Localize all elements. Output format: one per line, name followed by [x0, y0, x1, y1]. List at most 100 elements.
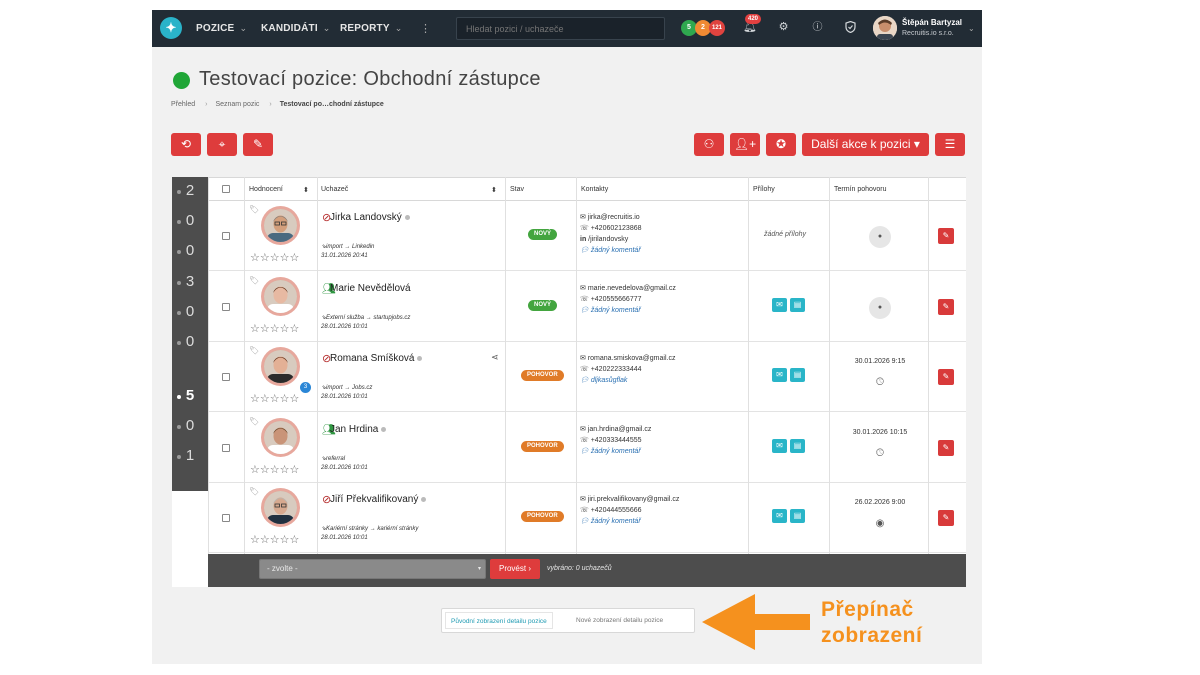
comment-link[interactable]: 💬︎ dljkasůgflak	[580, 375, 675, 386]
clock-icon[interactable]: 🕓︎	[869, 443, 891, 465]
contact-email[interactable]: ✉ romana.smiskova@gmail.cz	[580, 353, 675, 364]
rating-stars[interactable]: ☆☆☆☆☆	[250, 251, 299, 264]
tag-icon[interactable]: 🏷︎	[249, 276, 259, 285]
contact-linkedin[interactable]: in /jirilandovsky	[580, 234, 642, 245]
comment-link[interactable]: 💬︎ žádný komentář	[580, 446, 651, 457]
dot-icon[interactable]: ●	[869, 226, 891, 248]
add-candidate-button[interactable]: 👤︎+	[730, 133, 760, 156]
tag-icon[interactable]: 🏷︎	[249, 417, 259, 426]
shield-icon[interactable]	[844, 20, 857, 34]
table-row[interactable]: 🏷︎ ☆☆☆☆☆ ⊘ Jirka Landovský ⇘import → Linkedi…	[208, 201, 966, 271]
document-attachment-icon[interactable]: ▤	[790, 297, 805, 312]
envelope-attachment-icon[interactable]: ✉	[772, 438, 787, 453]
rating-stars[interactable]: ☆☆☆☆☆	[250, 463, 299, 476]
nav-kandidati[interactable]: KANDIDÁTI ⌄	[261, 23, 331, 34]
select-all-checkbox[interactable]	[222, 185, 230, 193]
share-icon[interactable]: ⋖	[491, 352, 499, 363]
user-avatar[interactable]	[873, 16, 897, 40]
candidate-name[interactable]: Marie Nevědělová	[330, 283, 411, 294]
nav-pozice[interactable]: POZICE ⌄	[196, 23, 247, 34]
clock-icon[interactable]: 🕓︎	[869, 372, 891, 394]
contact-email[interactable]: ✉ jiri.prekvalifikovany@gmail.cz	[580, 494, 679, 505]
envelope-attachment-icon[interactable]: ✉	[772, 297, 787, 312]
contact-email[interactable]: ✉ jirka@recruitis.io	[580, 212, 642, 223]
envelope-attachment-icon[interactable]: ✉	[772, 509, 787, 524]
contact-phone[interactable]: ☏ +420555666777	[580, 294, 676, 305]
breadcrumb-item[interactable]: Seznam pozic	[215, 101, 259, 108]
rating-stars[interactable]: ☆☆☆☆☆	[250, 392, 299, 405]
status-badge[interactable]: NOVÝ	[528, 229, 558, 240]
search-input[interactable]	[456, 17, 665, 40]
candidate-avatar[interactable]	[261, 488, 300, 528]
tag-icon[interactable]: 🏷︎	[249, 346, 259, 355]
more-menu-icon[interactable]: ⋮	[420, 22, 431, 35]
contact-phone[interactable]: ☏ +420333444555	[580, 435, 651, 446]
row-checkbox[interactable]	[222, 443, 230, 452]
row-checkbox[interactable]	[222, 232, 230, 240]
user-name[interactable]: Štěpán Bartyzal	[902, 18, 962, 27]
edit-button[interactable]: ✎	[938, 439, 954, 456]
row-checkbox[interactable]	[222, 514, 230, 523]
edit-button[interactable]: ✎	[938, 228, 954, 244]
filter-settings-button[interactable]: ☰	[935, 133, 965, 156]
tag-icon[interactable]: 🏷︎	[249, 205, 259, 214]
candidate-name[interactable]: Jan Hrdina	[330, 424, 387, 435]
refresh-button[interactable]: ⟲	[171, 133, 201, 156]
more-position-actions-button[interactable]: Další akce k pozici ▾	[802, 133, 929, 156]
logo-icon[interactable]: ✦	[160, 17, 182, 39]
chevron-down-icon[interactable]: ⌄	[968, 24, 975, 33]
contact-phone[interactable]: ☏ +420222333444	[580, 364, 675, 375]
document-attachment-icon[interactable]: ▤	[790, 438, 805, 453]
breadcrumb-item[interactable]: Přehled	[171, 101, 195, 108]
contact-phone[interactable]: ☏ +420444555666	[580, 505, 679, 516]
status-badge[interactable]: POHOVOR	[521, 511, 564, 523]
sort-icon[interactable]: ⬍	[491, 186, 497, 194]
edit-button[interactable]: ✎	[938, 298, 954, 315]
row-checkbox[interactable]	[222, 373, 230, 382]
table-row[interactable]: 🏷︎ ☆☆☆☆☆ ⊘ Jiří Překvalifikovaný ⇘Kariérní s…	[208, 483, 966, 554]
table-row[interactable]: 🏷︎ ☆☆☆☆☆ 👥︎ Jan Hrdina ⇘referral 28.01.2026 1…	[208, 412, 966, 483]
rating-stars[interactable]: ☆☆☆☆☆	[250, 533, 299, 546]
nav-reporty[interactable]: REPORTY ⌄	[340, 23, 403, 34]
contact-phone[interactable]: ☏ +420602123868	[580, 223, 642, 234]
sort-icon[interactable]: ⬍	[303, 186, 309, 194]
envelope-attachment-icon[interactable]: ✉	[772, 368, 787, 383]
status-badge[interactable]: NOVÝ	[528, 299, 558, 311]
table-row[interactable]: 🏷︎ 3 ☆☆☆☆☆ ⊘ Romana Smíšková ⋖ ⇘import → Jobs.…	[208, 342, 966, 413]
bulk-action-select[interactable]: - zvolte - ▾	[259, 559, 486, 579]
badge-button[interactable]: ✪	[766, 133, 796, 156]
row-checkbox[interactable]	[222, 302, 230, 311]
contact-email[interactable]: ✉ jan.hrdina@gmail.cz	[580, 424, 651, 435]
table-row[interactable]: 🏷︎ ☆☆☆☆☆ 👥︎ Marie Nevědělová ⇘Externí služba…	[208, 271, 966, 342]
edit-button[interactable]: ✎	[938, 510, 954, 527]
pin-button[interactable]: ⌖	[207, 133, 237, 156]
candidate-name[interactable]: Romana Smíšková	[330, 353, 423, 364]
candidate-name[interactable]: Jirka Landovský	[330, 212, 410, 223]
original-view-option[interactable]: Původní zobrazení detailu pozice	[445, 612, 553, 629]
run-action-button[interactable]: Provést ›	[490, 559, 540, 579]
rating-stars[interactable]: ☆☆☆☆☆	[250, 322, 299, 335]
comment-link[interactable]: 💬︎ žádný komentář	[580, 305, 676, 316]
candidate-avatar[interactable]	[261, 417, 300, 457]
candidate-avatar[interactable]	[261, 276, 300, 316]
header-candidate[interactable]: Uchazeč	[321, 186, 348, 193]
help-icon[interactable]: ⓘ	[811, 21, 824, 34]
brush-button[interactable]: ✎	[243, 133, 273, 156]
tag-icon[interactable]: 🏷︎	[249, 487, 259, 496]
candidate-avatar[interactable]	[261, 206, 300, 245]
document-attachment-icon[interactable]: ▤	[790, 368, 805, 383]
status-badge[interactable]: POHOVOR	[521, 370, 564, 382]
webcam-icon[interactable]: ◉	[869, 513, 891, 535]
dot-icon[interactable]: ●	[869, 296, 891, 319]
candidate-search-button[interactable]: ⚇	[694, 133, 724, 156]
new-view-option[interactable]: Nové zobrazení detailu pozice	[571, 612, 668, 629]
edit-button[interactable]: ✎	[938, 369, 954, 386]
document-attachment-icon[interactable]: ▤	[790, 509, 805, 524]
gear-icon[interactable]: ⚙	[777, 21, 790, 34]
header-rating[interactable]: Hodnocení	[249, 186, 283, 193]
candidate-name[interactable]: Jiří Překvalifikovaný	[330, 494, 427, 505]
counter-badge[interactable]: 121	[709, 20, 725, 36]
comment-link[interactable]: 💬︎ žádný komentář	[580, 516, 679, 527]
candidate-avatar[interactable]	[261, 347, 300, 387]
contact-email[interactable]: ✉ marie.nevedelova@gmail.cz	[580, 283, 676, 294]
